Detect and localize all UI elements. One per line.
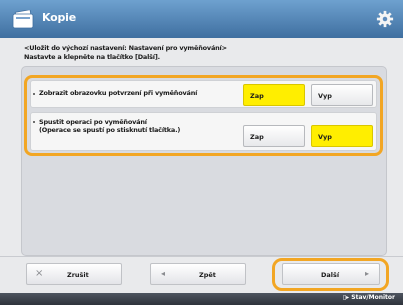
cancel-button[interactable]: × Zrušit — [26, 263, 122, 285]
start-operation-on-button[interactable]: Zap — [243, 125, 305, 147]
back-button[interactable]: ◂ Zpět — [150, 263, 246, 285]
status-monitor-button[interactable]: ▯▸ Stav/Monitor — [343, 294, 395, 301]
next-label: Další — [321, 271, 340, 279]
start-operation-off-button[interactable]: Vyp — [311, 125, 373, 147]
option-label: Zap — [250, 133, 264, 141]
copy-icon — [12, 10, 34, 29]
title-bar: Kopie — [0, 0, 403, 38]
confirm-screen-on-button[interactable]: Zap — [243, 84, 305, 106]
back-label: Zpět — [199, 271, 216, 279]
bullet-icon — [33, 121, 35, 123]
bullet-icon — [33, 93, 35, 95]
option-label: Vyp — [318, 92, 332, 100]
instructions: <Uložit do výchozí nastavení: Nastavení … — [24, 44, 374, 61]
setting-label: Zobrazit obrazovku potvrzení při vyměňov… — [39, 89, 198, 97]
footer-divider — [0, 256, 403, 257]
setting-row-start-operation: Spustit operaci po vyměňování (Operace s… — [30, 112, 377, 151]
status-bar: ▯▸ Stav/Monitor — [0, 293, 403, 305]
cancel-label: Zrušit — [67, 271, 89, 279]
instruction-line-1: <Uložit do výchozí nastavení: Nastavení … — [24, 44, 227, 52]
setting-row-confirm-screen: Zobrazit obrazovku potvrzení při vyměňov… — [30, 80, 377, 108]
gear-icon[interactable] — [376, 10, 394, 28]
next-button[interactable]: Další ▸ — [282, 263, 380, 285]
setting-label: Spustit operaci po vyměňování (Operace s… — [39, 118, 181, 134]
option-label: Vyp — [318, 133, 332, 141]
close-icon: × — [35, 268, 44, 279]
setting-label-line-2: (Operace se spustí po stisknutí tlačítka… — [39, 125, 181, 134]
confirm-screen-off-button[interactable]: Vyp — [311, 84, 373, 106]
instruction-line-2: Nastavte a klepněte na tlačítko [Další]. — [24, 52, 160, 61]
arrow-left-icon: ◂ — [161, 269, 166, 278]
page-title: Kopie — [42, 11, 76, 24]
option-label: Zap — [250, 92, 264, 100]
monitor-label: Stav/Monitor — [351, 294, 395, 301]
arrow-right-icon: ▸ — [365, 269, 370, 278]
